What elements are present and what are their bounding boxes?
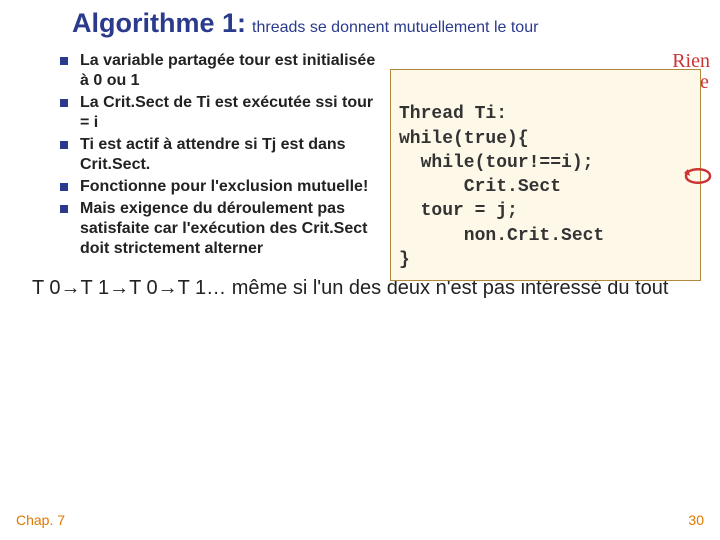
bullet-icon <box>60 205 68 213</box>
list-item: Ti est actif à attendre si Tj est dans C… <box>60 135 380 175</box>
code-block: Thread Ti: while(true){ while(tour!==i);… <box>390 69 701 281</box>
loop-arrow-icon <box>678 159 718 193</box>
bullet-text: Ti est actif à attendre si Tj est dans C… <box>80 135 380 175</box>
list-item: La Crit.Sect de Ti est exécutée ssi tour… <box>60 93 380 133</box>
code-panel: Rien faire Thread Ti: while(true){ while… <box>390 49 710 261</box>
bullet-icon <box>60 141 68 149</box>
content-area: La variable partagée tour est initialisé… <box>0 39 720 261</box>
bullet-icon <box>60 183 68 191</box>
page-number: 30 <box>688 512 704 528</box>
slide-title: Algorithme 1: threads se donnent mutuell… <box>0 0 720 39</box>
list-item: Fonctionne pour l'exclusion mutuelle! <box>60 177 380 197</box>
bullet-text: La Crit.Sect de Ti est exécutée ssi tour… <box>80 93 380 133</box>
footer: Chap. 7 30 <box>0 512 720 528</box>
bullet-text: La variable partagée tour est initialisé… <box>80 51 380 91</box>
title-main: Algorithme 1: <box>72 8 246 39</box>
bullet-text: Mais exigence du déroulement pas satisfa… <box>80 199 380 259</box>
bullet-icon <box>60 99 68 107</box>
bullet-text: Fonctionne pour l'exclusion mutuelle! <box>80 177 368 197</box>
chapter-label: Chap. 7 <box>16 512 65 528</box>
title-sub: threads se donnent mutuellement le tour <box>252 19 538 37</box>
bullet-icon <box>60 57 68 65</box>
list-item: Mais exigence du déroulement pas satisfa… <box>60 199 380 259</box>
bullet-list: La variable partagée tour est initialisé… <box>60 49 380 261</box>
list-item: La variable partagée tour est initialisé… <box>60 51 380 91</box>
